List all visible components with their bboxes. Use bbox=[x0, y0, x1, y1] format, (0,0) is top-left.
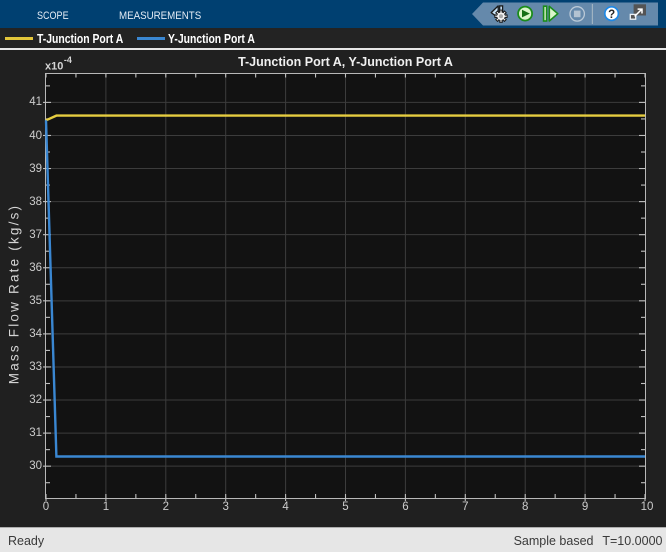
svg-text:?: ? bbox=[608, 9, 615, 21]
